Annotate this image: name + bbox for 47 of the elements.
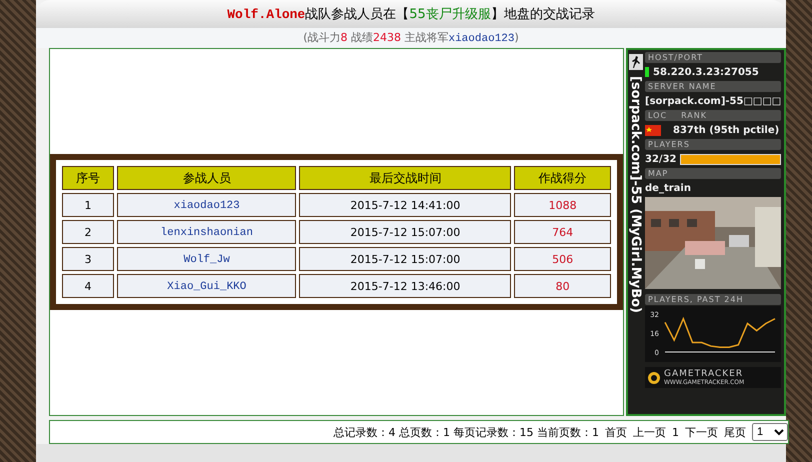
page-link[interactable]: 上一页	[633, 424, 666, 440]
table-cell: 2015-7-12 15:07:00	[299, 247, 512, 271]
map-name: de_train	[645, 182, 692, 196]
status-icon	[645, 67, 649, 77]
map-label: MAP	[645, 168, 782, 179]
table-cell: 2015-7-12 15:07:00	[299, 220, 512, 244]
table-cell: 506	[514, 247, 611, 271]
table-cell: 4	[62, 274, 114, 298]
player-count: 32/32	[645, 154, 676, 164]
table-cell: 1	[62, 193, 114, 217]
page-link[interactable]: 1	[672, 426, 679, 438]
rank-label: RANK	[681, 110, 707, 121]
player-link[interactable]: Wolf_Jw	[184, 254, 230, 266]
page-link[interactable]: 尾页	[724, 424, 746, 440]
general-link[interactable]: xiaodao123	[448, 33, 514, 45]
battle-summary: (战斗力8 战绩2438 主战将军xiaodao123)	[36, 28, 786, 48]
player-link[interactable]: lenxinshaonian	[160, 227, 253, 239]
page-select[interactable]: 1	[752, 423, 788, 441]
server-name: [sorpack.com]-55□□□□	[645, 94, 782, 108]
page-title: Wolf.Alone战队参战人员在【55丧尸升级服】地盘的交战记录	[227, 6, 595, 23]
column-header: 序号	[62, 166, 114, 190]
soldier-icon	[628, 54, 642, 70]
host-address: 58.220.3.23:27055	[653, 66, 759, 78]
host-label: HOST/PORT	[645, 52, 782, 63]
server-title: [sorpack.com]-55 (MyGirl.MyBo)	[628, 76, 643, 314]
page-link[interactable]: 下一页	[685, 424, 718, 440]
column-header: 参战人员	[117, 166, 296, 190]
player-link[interactable]: xiaodao123	[174, 200, 240, 212]
record-summary: 总记录数：4 总页数：1 每页记录数：15 当前页数：1	[334, 424, 599, 440]
server-name-label: SERVER NAME	[645, 81, 782, 92]
brand-name: GAMETRACKER	[664, 369, 744, 379]
table-cell: 3	[62, 247, 114, 271]
server-rank: 837th (95th pctile)	[673, 124, 780, 136]
column-header: 最后交战时间	[299, 166, 512, 190]
history-label: PLAYERS, PAST 24H	[645, 294, 782, 305]
flag-icon	[645, 124, 661, 136]
table-cell: 2	[62, 220, 114, 244]
table-cell: 80	[514, 274, 611, 298]
player-link[interactable]: Xiao_Gui_KKO	[167, 281, 246, 293]
table-cell: 2015-7-12 13:46:00	[299, 274, 512, 298]
players-label: PLAYERS	[645, 139, 782, 150]
column-header: 作战得分	[514, 166, 611, 190]
table-cell: 1088	[514, 193, 611, 217]
loc-label: LOC	[648, 110, 668, 121]
table-cell: 764	[514, 220, 611, 244]
table-cell: 2015-7-12 14:41:00	[299, 193, 512, 217]
page-link[interactable]: 首页	[605, 424, 627, 440]
